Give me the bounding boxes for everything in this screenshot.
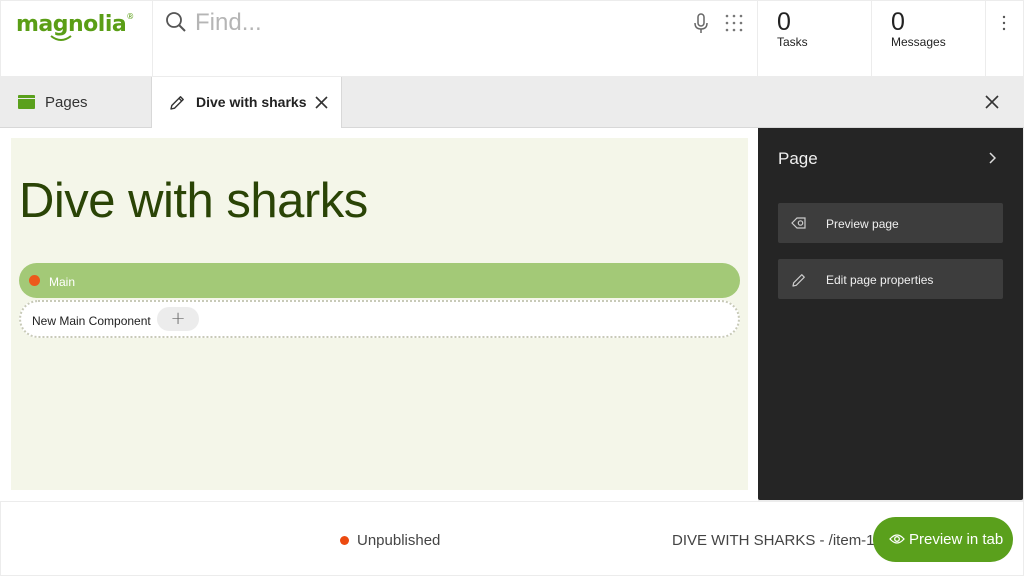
area-label: Main: [49, 275, 76, 289]
status-footer: Unpublished DIVE WITH SHARKS - /item-1 P…: [0, 501, 1024, 576]
apps-grid-icon[interactable]: [725, 14, 743, 32]
close-app-icon[interactable]: [985, 95, 999, 109]
messages-indicator[interactable]: 0 Messages: [872, 1, 985, 76]
tab-bar: Pages Dive with sharks: [0, 77, 1024, 128]
search-icon[interactable]: [165, 11, 187, 33]
publication-status: Unpublished: [357, 532, 441, 549]
page-heading[interactable]: Dive with sharks: [19, 173, 368, 229]
close-icon[interactable]: [315, 96, 328, 109]
area-status-dot: [29, 275, 40, 286]
messages-label: Messages: [891, 35, 946, 49]
preview-in-tab-button[interactable]: Preview in tab: [873, 517, 1013, 562]
search-input[interactable]: [195, 7, 675, 39]
tasks-count: 0: [777, 8, 791, 36]
eye-icon: [889, 534, 905, 544]
vertical-dots-icon[interactable]: [1002, 15, 1006, 31]
actions-panel: Page Preview page Edit page properties: [758, 128, 1023, 500]
pencil-icon: [792, 274, 805, 287]
new-component-placeholder[interactable]: New Main Component +: [19, 300, 740, 338]
preview-in-tab-label: Preview in tab: [909, 531, 1004, 548]
status-dot: [340, 536, 349, 545]
tab-pages-label: Pages: [45, 94, 88, 111]
pencil-icon: [170, 96, 184, 110]
pages-app-icon: [18, 95, 35, 109]
logo-area[interactable]: magnolia®: [1, 1, 152, 76]
more-menu[interactable]: [986, 1, 1023, 76]
top-bar: magnolia® 0 Tasks 0 Messages: [0, 0, 1024, 77]
footer-bar: Unpublished DIVE WITH SHARKS - /item-1 P…: [1, 502, 1023, 575]
chevron-right-icon[interactable]: [988, 152, 996, 164]
add-component-button[interactable]: +: [157, 307, 199, 331]
preview-page-label: Preview page: [826, 217, 899, 231]
tasks-indicator[interactable]: 0 Tasks: [758, 1, 871, 76]
panel-title: Page: [778, 149, 818, 168]
page-path: DIVE WITH SHARKS - /item-1: [672, 532, 875, 549]
page-editor: Dive with sharks Main New Main Component…: [0, 128, 758, 501]
main-area-bar[interactable]: Main: [19, 263, 740, 298]
edit-page-properties-action[interactable]: Edit page properties: [778, 259, 1003, 299]
tab-pages[interactable]: Pages: [0, 77, 151, 127]
search-bar: [153, 1, 757, 76]
new-component-label: New Main Component: [32, 314, 151, 328]
plus-icon: +: [170, 308, 186, 329]
logo-swoosh-icon: [50, 35, 72, 41]
tasks-label: Tasks: [777, 35, 808, 49]
tab-dive-with-sharks[interactable]: Dive with sharks: [151, 77, 342, 128]
microphone-icon[interactable]: [693, 13, 709, 35]
messages-count: 0: [891, 8, 905, 36]
magnolia-logo[interactable]: magnolia®: [16, 12, 134, 37]
edit-page-properties-label: Edit page properties: [826, 273, 934, 287]
preview-page-action[interactable]: Preview page: [778, 203, 1003, 243]
tab-active-label: Dive with sharks: [196, 94, 307, 110]
preview-icon: [791, 217, 806, 229]
page-preview-canvas[interactable]: Dive with sharks Main New Main Component…: [11, 138, 748, 490]
